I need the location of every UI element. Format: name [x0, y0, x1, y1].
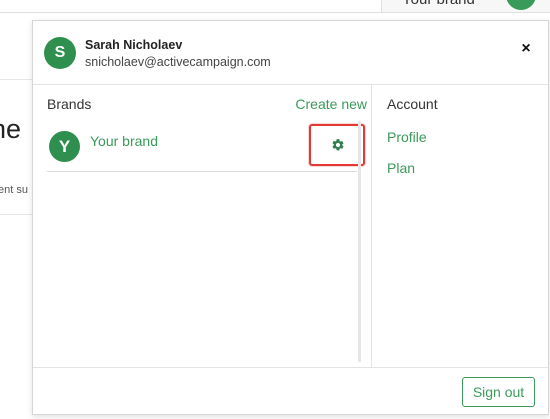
background-user-menu[interactable]: Your brand — [381, 0, 550, 12]
account-dropdown-panel: S Sarah Nicholaev snicholaev@activecampa… — [32, 20, 549, 415]
background-heading: he — [0, 114, 33, 145]
panel-footer: Sign out — [33, 367, 548, 414]
profile-link[interactable]: Profile — [387, 129, 427, 145]
close-icon[interactable]: × — [518, 41, 534, 57]
background-divider — [0, 214, 33, 215]
brand-settings-button[interactable] — [309, 124, 365, 166]
brand-name-link[interactable]: Your brand — [90, 133, 158, 149]
brands-section: Brands Create new Y Your brand — [33, 85, 372, 367]
background-brand-name: Your brand — [402, 0, 475, 8]
gear-icon — [332, 139, 344, 151]
user-avatar: S — [44, 37, 76, 69]
account-title: Account — [387, 96, 438, 112]
list-item[interactable]: Y Your brand — [47, 121, 365, 172]
brands-scrollbar[interactable] — [358, 121, 361, 362]
account-section: Account Profile Plan — [372, 85, 548, 367]
sign-out-button[interactable]: Sign out — [462, 377, 535, 407]
panel-header: S Sarah Nicholaev snicholaev@activecampa… — [33, 21, 548, 85]
background-subtext-text: ent su — [0, 184, 28, 196]
brands-title: Brands — [47, 96, 92, 112]
user-name: Sarah Nicholaev — [85, 38, 183, 52]
background-heading-text: he — [0, 114, 22, 144]
background-divider — [0, 79, 33, 80]
background-avatar[interactable] — [506, 0, 536, 10]
background-subtext: ent su — [0, 184, 33, 196]
brands-scrollbar-thumb[interactable] — [358, 121, 361, 362]
plan-link[interactable]: Plan — [387, 160, 415, 176]
user-email: snicholaev@activecampaign.com — [85, 55, 271, 69]
brand-avatar: Y — [49, 131, 80, 162]
create-new-link[interactable]: Create new — [295, 96, 367, 112]
